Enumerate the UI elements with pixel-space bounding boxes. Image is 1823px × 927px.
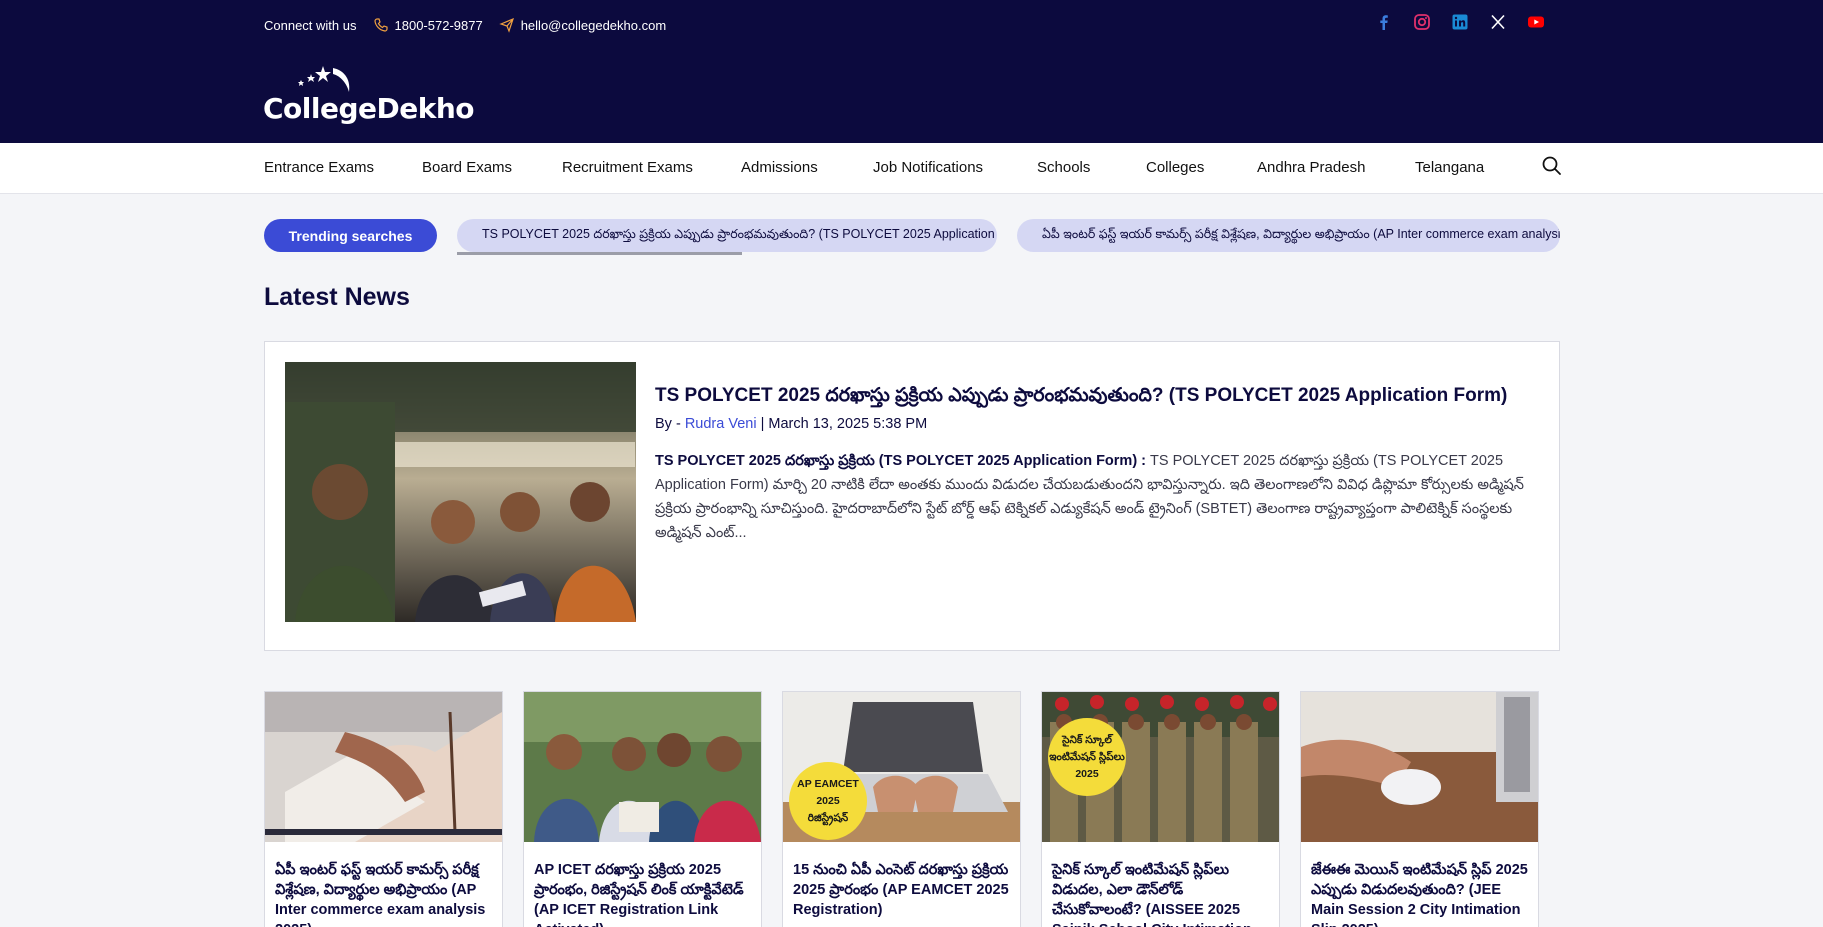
news-card-image[interactable] [1301,692,1538,842]
site-logo[interactable]: CollegeDekho [263,64,475,125]
news-card-title[interactable]: సైనిక్ స్కూల్ ఇంటిమేషన్ స్లిప్‌లు విడుదల… [1052,860,1274,927]
trending-chip[interactable]: TS POLYCET 2025 దరఖాస్తు ప్రక్రియ ఎప్పుడ… [457,219,997,252]
news-card-badge: AP EAMCET 2025 రిజిస్ట్రేషన్ [789,762,867,840]
news-card-image[interactable] [265,692,502,842]
news-card-title[interactable]: AP ICET దరఖాస్తు ప్రక్రియ 2025 ప్రారంభం,… [534,860,756,927]
nav-item-board-exams[interactable]: Board Exams [422,159,512,176]
phone-link[interactable]: 1800-572-9877 [395,18,483,33]
x-icon[interactable] [1489,13,1507,31]
nav-item-schools[interactable]: Schools [1037,159,1090,176]
facebook-icon[interactable] [1375,13,1393,31]
featured-news-excerpt: TS POLYCET 2025 దరఖాస్తు ప్రక్రియ (TS PO… [655,449,1525,545]
search-icon[interactable] [1541,155,1563,177]
news-card[interactable]: AP ICET దరఖాస్తు ప్రక్రియ 2025 ప్రారంభం,… [523,691,762,927]
badge-line: సైనిక్ స్కూల్ [1062,733,1112,746]
news-card-image[interactable]: AP EAMCET 2025 రిజిస్ట్రేషన్ [783,692,1020,842]
badge-line: AP EAMCET [797,777,859,790]
featured-news-title[interactable]: TS POLYCET 2025 దరఖాస్తు ప్రక్రియ ఎప్పుడ… [655,385,1535,411]
contact-bar: Connect with us 1800-572-9877 hello@coll… [264,16,666,34]
email-link[interactable]: hello@collegedekho.com [521,18,666,33]
news-card[interactable]: ఏపీ ఇంటర్ ఫస్ట్ ఇయర్ కామర్స్ పరీక్ష విశ్… [264,691,503,927]
phone-icon [373,17,389,33]
nav-item-recruitment-exams[interactable]: Recruitment Exams [562,159,693,176]
nav-item-admissions[interactable]: Admissions [741,159,818,176]
badge-line: 2025 [1075,767,1099,780]
news-card-title[interactable]: జేఈఈ మెయిన్ ఇంటిమేషన్ స్లిప్ 2025 ఎప్పుడ… [1311,860,1533,927]
nav-item-colleges[interactable]: Colleges [1146,159,1204,176]
byline-prefix: By - [655,416,681,432]
logo-stars-icon [298,66,350,92]
featured-news-card[interactable]: TS POLYCET 2025 దరఖాస్తు ప్రక్రియ ఎప్పుడ… [264,341,1560,651]
publish-date: | March 13, 2025 5:38 PM [760,416,928,432]
badge-line: ఇంటిమేషన్ స్లిప్‌లు [1049,750,1125,763]
excerpt-lead: TS POLYCET 2025 దరఖాస్తు ప్రక్రియ (TS PO… [655,453,1147,469]
featured-news-byline: By - Rudra Veni | March 13, 2025 5:38 PM [655,416,927,432]
send-icon [498,17,515,33]
trending-searches-label: Trending searches [264,219,437,252]
logo-text: CollegeDekho [263,92,475,125]
nav-item-andhra-pradesh[interactable]: Andhra Pradesh [1257,159,1365,176]
featured-news-image[interactable] [285,362,636,622]
news-card-image[interactable]: సైనిక్ స్కూల్ ఇంటిమేషన్ స్లిప్‌లు 2025 [1042,692,1279,842]
nav-item-telangana[interactable]: Telangana [1415,159,1484,176]
news-card-badge: సైనిక్ స్కూల్ ఇంటిమేషన్ స్లిప్‌లు 2025 [1048,718,1126,796]
badge-line: 2025 [816,794,840,807]
linkedin-icon[interactable] [1451,13,1469,31]
news-card[interactable]: AP EAMCET 2025 రిజిస్ట్రేషన్ 15 నుంచి ఏప… [782,691,1021,927]
news-card-image[interactable] [524,692,761,842]
news-card-title[interactable]: 15 నుంచి ఏపీ ఎంసెట్ దరఖాస్తు ప్రక్రియ 20… [793,860,1015,920]
nav-item-job-notifications[interactable]: Job Notifications [873,159,983,176]
instagram-icon[interactable] [1413,13,1431,31]
site-header: Connect with us 1800-572-9877 hello@coll… [0,0,1823,143]
badge-line: రిజిస్ట్రేషన్ [807,811,849,824]
youtube-icon[interactable] [1527,13,1545,31]
news-card[interactable]: సైనిక్ స్కూల్ ఇంటిమేషన్ స్లిప్‌లు 2025 స… [1041,691,1280,927]
news-card[interactable]: జేఈఈ మెయిన్ ఇంటిమేషన్ స్లిప్ 2025 ఎప్పుడ… [1300,691,1539,927]
nav-item-entrance-exams[interactable]: Entrance Exams [264,159,374,176]
author-link[interactable]: Rudra Veni [685,416,757,432]
trending-scrollbar[interactable] [457,252,742,255]
section-title: Latest News [264,283,410,311]
trending-chip[interactable]: ఏపీ ఇంటర్ ఫస్ట్ ఇయర్ కామర్స్ పరీక్ష విశ్… [1017,219,1560,252]
news-card-title[interactable]: ఏపీ ఇంటర్ ఫస్ట్ ఇయర్ కామర్స్ పరీక్ష విశ్… [275,860,497,927]
social-links [1375,13,1545,31]
main-navigation: Entrance Exams Board Exams Recruitment E… [0,143,1823,194]
connect-label: Connect with us [264,17,357,33]
